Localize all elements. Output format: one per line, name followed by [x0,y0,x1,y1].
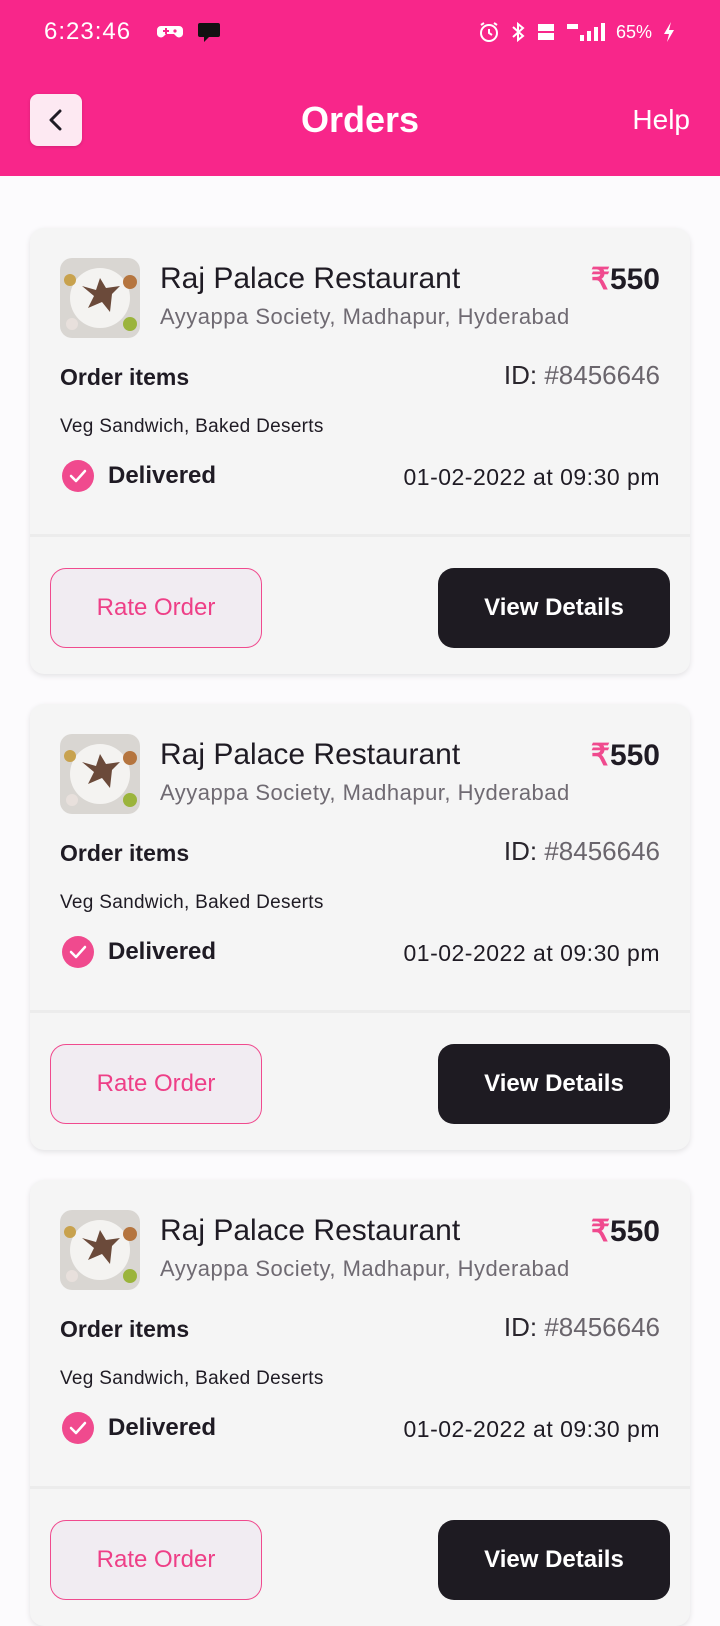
order-card: Raj Palace Restaurant ₹550 Ayyappa Socie… [30,1180,690,1626]
order-id-label: ID: [503,1312,538,1342]
order-items-label: Order items [60,364,190,390]
card-divider [30,534,690,537]
restaurant-thumbnail [60,258,140,338]
restaurant-name: Raj Palace Restaurant [160,262,461,295]
order-card: Raj Palace Restaurant ₹550 Ayyappa Socie… [30,228,690,674]
order-items-label: Order items [60,840,190,866]
restaurant-thumbnail [60,734,140,814]
rate-order-button[interactable]: Rate Order [50,1044,262,1124]
delivery-date: 01-02-2022 at 09:30 pm [403,940,660,966]
check-circle-icon [62,1412,94,1444]
game-controller-icon [157,26,184,38]
order-status: Delivered [62,936,216,968]
card-divider [30,1486,690,1489]
page-title: Orders [300,99,420,140]
status-bar: 6:23:46 65% [0,0,720,64]
status-text: Delivered [108,938,217,965]
check-circle-icon [62,460,94,492]
charging-icon [664,22,674,42]
view-details-button[interactable]: View Details [438,1044,670,1124]
order-id: ID: #8456646 [504,360,660,391]
restaurant-address: Ayyappa Society, Madhapur, Hyderabad [160,780,570,805]
order-status: Delivered [62,460,216,492]
alarm-icon [479,22,498,42]
app-header: 6:23:46 65% Orders Help [0,0,720,176]
order-items-list: Veg Sandwich, Baked Deserts [60,416,324,437]
signal-icon [566,23,605,41]
order-id-value: #8456646 [544,360,660,390]
order-price: ₹550 [591,738,660,773]
order-id-value: #8456646 [544,1312,660,1342]
order-id-value: #8456646 [544,836,660,866]
card-divider [30,1010,690,1013]
battery-percent: 65% [615,21,652,42]
currency-symbol: ₹ [590,263,610,296]
price-value: 550 [609,739,660,772]
bluetooth-icon [512,21,525,43]
order-card: Raj Palace Restaurant ₹550 Ayyappa Socie… [30,704,690,1150]
currency-symbol: ₹ [590,1215,610,1248]
help-link[interactable]: Help [632,104,690,136]
restaurant-address: Ayyappa Society, Madhapur, Hyderabad [160,1256,570,1281]
delivery-date: 01-02-2022 at 09:30 pm [403,464,660,490]
nav-bar: Orders Help [0,94,720,146]
restaurant-name: Raj Palace Restaurant [160,1214,461,1247]
back-button[interactable] [30,94,82,146]
order-id-label: ID: [503,360,538,390]
order-items-list: Veg Sandwich, Baked Deserts [60,892,324,913]
order-id: ID: #8456646 [504,1312,660,1343]
restaurant-name: Raj Palace Restaurant [160,738,461,771]
orders-list: Raj Palace Restaurant ₹550 Ayyappa Socie… [0,176,720,1626]
order-id: ID: #8456646 [504,836,660,867]
rate-order-button[interactable]: Rate Order [50,1520,262,1600]
order-price: ₹550 [591,1214,660,1249]
status-text: Delivered [108,462,217,489]
currency-symbol: ₹ [590,739,610,772]
status-text: Delivered [108,1414,217,1441]
order-price: ₹550 [591,262,660,297]
order-status: Delivered [62,1412,216,1444]
restaurant-thumbnail [60,1210,140,1290]
check-circle-icon [62,936,94,968]
order-items-list: Veg Sandwich, Baked Deserts [60,1368,324,1389]
price-value: 550 [609,1215,660,1248]
status-time: 6:23:46 [44,18,132,45]
chat-bubble-icon [198,23,221,42]
order-items-label: Order items [60,1316,190,1342]
back-arrow-icon [49,109,62,131]
rate-order-button[interactable]: Rate Order [50,568,262,648]
price-value: 550 [609,263,660,296]
restaurant-address: Ayyappa Society, Madhapur, Hyderabad [160,304,570,329]
view-details-button[interactable]: View Details [438,1520,670,1600]
order-id-label: ID: [503,836,538,866]
volte-icon [537,24,554,40]
view-details-button[interactable]: View Details [438,568,670,648]
delivery-date: 01-02-2022 at 09:30 pm [403,1416,660,1442]
